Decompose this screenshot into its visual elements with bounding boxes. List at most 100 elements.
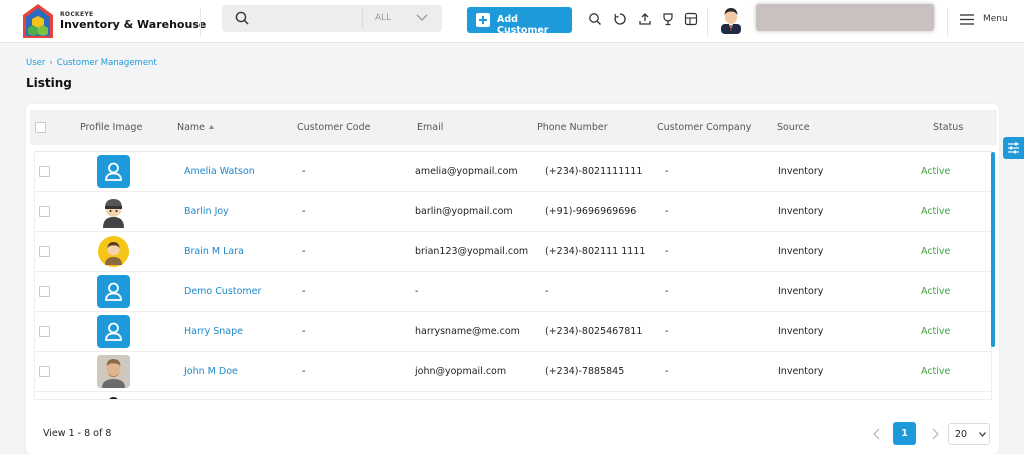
view-count: View 1 - 8 of 8 [43, 428, 112, 439]
brand-small: ROCKEYE [60, 11, 94, 18]
search-icon[interactable] [235, 11, 249, 25]
breadcrumb-chevron-icon: › [49, 58, 53, 68]
default-user-icon [97, 315, 130, 348]
row-checkbox[interactable] [39, 286, 50, 297]
customer-phone: (+234)-8021111111 [545, 166, 643, 177]
table-row[interactable]: Harry Snape - harrysname@me.com (+234)-8… [35, 312, 991, 352]
man-avatar [97, 235, 130, 268]
row-checkbox[interactable] [39, 166, 50, 177]
per-page-value: 20 [955, 429, 968, 440]
customer-source: Inventory [778, 246, 824, 257]
row-checkbox[interactable] [39, 366, 50, 377]
layout-icon[interactable] [684, 12, 698, 26]
status-badge: Active [921, 366, 951, 377]
table-body[interactable]: Amelia Watson - amelia@yopmail.com (+234… [34, 151, 992, 400]
row-checkbox[interactable] [39, 206, 50, 217]
column-header-name-label: Name [177, 122, 206, 133]
header-divider [947, 8, 948, 36]
customer-name-link[interactable]: Demo Customer [184, 286, 261, 297]
table-row[interactable]: Brain M Lara - brian123@yopmail.com (+23… [35, 232, 991, 272]
customer-source: Inventory [778, 326, 824, 337]
customer-code: - [302, 366, 306, 377]
customer-phone: (+234)-7885845 [545, 366, 625, 377]
filter-panel-toggle[interactable] [1003, 137, 1024, 159]
status-badge: Active [921, 166, 951, 177]
chevron-left-icon[interactable] [872, 428, 882, 440]
table-row[interactable]: Barlin Joy - barlin@yopmail.com (+91)-96… [35, 192, 991, 232]
customer-email: - [415, 286, 419, 297]
column-header-profile-image: Profile Image [80, 122, 143, 133]
user-avatar[interactable] [718, 6, 744, 34]
customer-code: - [302, 206, 306, 217]
customer-name-link[interactable]: Barlin Joy [184, 206, 229, 217]
photo-avatar [97, 395, 130, 399]
breadcrumb-item-user[interactable]: User [26, 58, 45, 68]
status-badge: Active [921, 246, 951, 257]
customer-code: - [302, 246, 306, 257]
default-user-icon [97, 155, 130, 188]
breadcrumb: User › Customer Management [26, 58, 157, 68]
breadcrumb-item-customer-management[interactable]: Customer Management [57, 58, 157, 68]
customer-phone: (+234)-802111 1111 [545, 246, 646, 257]
customer-name-link[interactable]: Amelia Watson [184, 166, 255, 177]
customer-phone: - [545, 286, 549, 297]
rockeye-logo-icon [23, 4, 53, 38]
customer-company: - [665, 286, 669, 297]
customer-company: - [665, 326, 669, 337]
chevron-down-icon [416, 14, 428, 21]
search-icon[interactable] [588, 12, 602, 26]
trophy-icon[interactable] [661, 12, 675, 26]
table-row[interactable]: Demo Customer - - - - Inventory Active [35, 272, 991, 312]
refresh-icon[interactable] [613, 12, 627, 26]
row-checkbox[interactable] [39, 246, 50, 257]
column-header-email: Email [417, 122, 444, 133]
customer-code: - [302, 326, 306, 337]
customer-code: - [302, 286, 306, 297]
column-header-name[interactable]: Name [177, 122, 215, 133]
add-customer-label: Add Customer [497, 14, 549, 36]
customer-email: amelia@yopmail.com [415, 166, 518, 177]
upload-icon[interactable] [638, 12, 652, 26]
chevron-right-icon[interactable] [930, 428, 940, 440]
table-row[interactable]: John M Doe - john@yopmail.com (+234)-788… [35, 352, 991, 392]
sort-up-icon [209, 124, 215, 129]
search-input[interactable] [258, 7, 358, 30]
search-scope-value: ALL [375, 13, 392, 23]
photo-avatar [97, 355, 130, 388]
ninja-avatar [97, 195, 130, 228]
row-checkbox[interactable] [39, 326, 50, 337]
menu-label[interactable]: Menu [983, 14, 1008, 24]
customer-name-link[interactable]: Brain M Lara [184, 246, 244, 257]
hamburger-icon[interactable] [960, 14, 974, 25]
customer-phone: (+234)-8025467811 [545, 326, 643, 337]
status-badge: Active [921, 326, 951, 337]
pagination-page-button[interactable]: 1 [893, 422, 916, 445]
status-badge: Active [921, 286, 951, 297]
header-divider [200, 8, 201, 36]
add-customer-button[interactable]: Add Customer [467, 7, 572, 36]
customer-email: brian123@yopmail.com [415, 246, 529, 257]
customer-name-link[interactable]: John M Doe [184, 366, 238, 377]
table-scrollbar[interactable] [991, 152, 995, 347]
brand-title: Inventory & Warehouse [60, 18, 207, 31]
status-badge: Active [921, 206, 951, 217]
customer-company: - [665, 166, 669, 177]
user-name-box[interactable] [756, 4, 934, 31]
table-header [30, 110, 997, 145]
table-row[interactable] [35, 392, 991, 399]
customer-company: - [665, 206, 669, 217]
column-header-customer-code: Customer Code [297, 122, 371, 133]
customer-source: Inventory [778, 366, 824, 377]
select-all-checkbox[interactable] [35, 122, 46, 133]
search-scope-select[interactable]: ALL [363, 7, 441, 30]
customer-source: Inventory [778, 206, 824, 217]
chevron-down-icon [979, 432, 986, 437]
customer-code: - [302, 166, 306, 177]
top-header: ROCKEYE Inventory & Warehouse ALL Add Cu… [0, 0, 1024, 43]
page-title: Listing [26, 76, 72, 90]
table-row[interactable]: Amelia Watson - amelia@yopmail.com (+234… [35, 152, 991, 192]
customer-name-link[interactable]: Harry Snape [184, 326, 243, 337]
customer-source: Inventory [778, 286, 824, 297]
customer-email: barlin@yopmail.com [415, 206, 513, 217]
per-page-select[interactable]: 20 [948, 423, 990, 445]
